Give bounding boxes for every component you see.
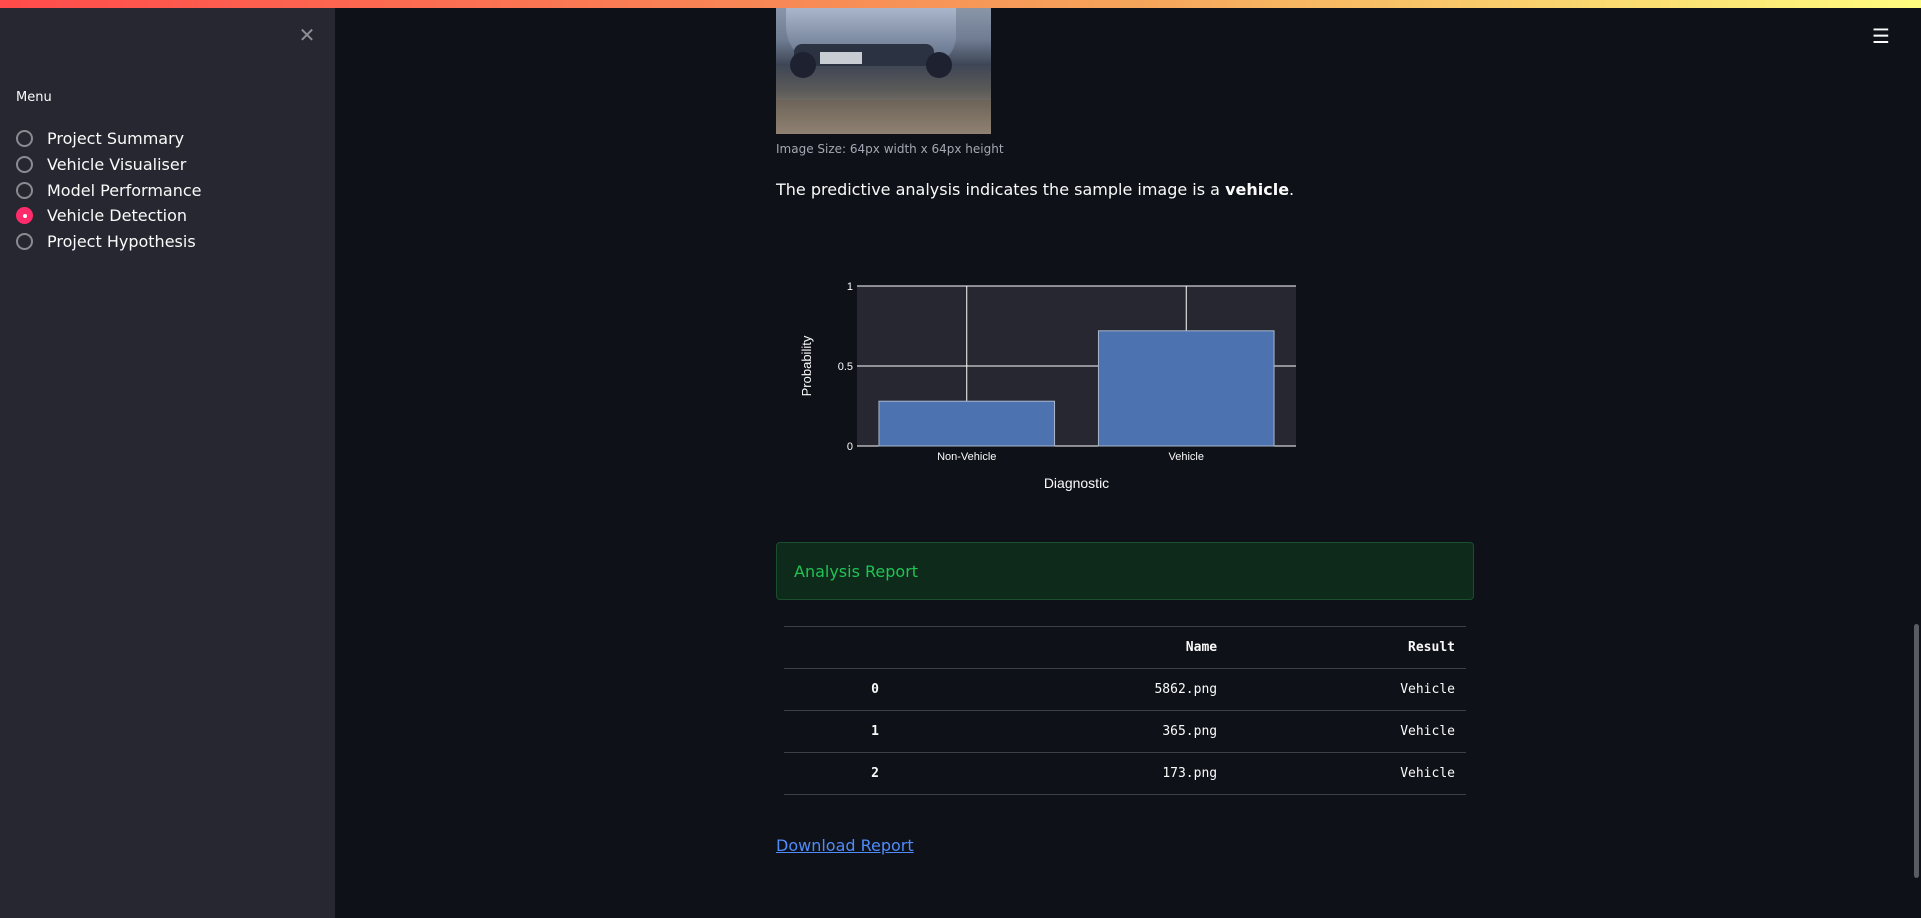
vertical-scrollbar[interactable] xyxy=(1914,624,1919,878)
chart-xtick-label: Vehicle xyxy=(1169,451,1204,463)
table-header-name: Name xyxy=(966,626,1229,669)
sidebar: ✕ Menu Project Summary Vehicle Visualise… xyxy=(0,8,335,918)
download-report-link[interactable]: Download Report xyxy=(776,836,914,855)
radio-model-performance[interactable]: Model Performance xyxy=(16,177,202,203)
radio-label: Project Summary xyxy=(47,129,185,149)
menu-label: Menu xyxy=(16,90,52,105)
row-index: 2 xyxy=(784,752,966,795)
row-index: 1 xyxy=(784,710,966,753)
radio-circle-icon[interactable] xyxy=(16,130,33,148)
row-result: Vehicle xyxy=(1228,710,1466,753)
radio-circle-icon[interactable] xyxy=(16,156,33,174)
image-caption: Image Size: 64px width x 64px height xyxy=(776,142,1004,156)
prediction-class: vehicle xyxy=(1225,180,1290,199)
radio-circle-icon[interactable] xyxy=(16,181,33,199)
license-plate-shape xyxy=(820,52,862,64)
table-row: 1 365.png Vehicle xyxy=(784,710,1466,753)
analysis-report-title: Analysis Report xyxy=(794,562,919,581)
chart-bar xyxy=(878,400,1056,447)
chart-ytick-label: 1 xyxy=(847,281,853,293)
road-shape xyxy=(776,100,991,134)
top-decoration-bar xyxy=(0,0,1921,8)
radio-label: Model Performance xyxy=(47,180,202,200)
radio-vehicle-visualiser[interactable]: Vehicle Visualiser xyxy=(16,152,202,178)
row-name: 5862.png xyxy=(966,668,1229,711)
row-result: Vehicle xyxy=(1228,752,1466,795)
chart-xaxis-label: Diagnostic xyxy=(1044,475,1109,491)
navigation-radio-group: Project Summary Vehicle Visualiser Model… xyxy=(16,126,202,254)
row-result: Vehicle xyxy=(1228,668,1466,711)
sample-vehicle-image xyxy=(776,8,991,134)
table-row: 2 173.png Vehicle xyxy=(784,752,1466,795)
wheel-shape xyxy=(790,52,816,78)
table-header-index xyxy=(784,626,966,669)
row-name: 173.png xyxy=(966,752,1229,795)
table-header-result: Result xyxy=(1228,626,1466,669)
report-table: Name Result 0 5862.png Vehicle 1 365.png… xyxy=(784,626,1466,795)
prediction-prefix: The predictive analysis indicates the sa… xyxy=(776,180,1226,199)
chart-yaxis-label: Probability xyxy=(799,335,814,396)
close-icon[interactable]: ✕ xyxy=(296,24,318,46)
radio-label: Vehicle Visualiser xyxy=(47,155,187,175)
chart-bar xyxy=(1097,330,1275,447)
chart-ytick-label: 0.5 xyxy=(838,361,853,373)
chart-ytick-label: 0 xyxy=(847,441,853,453)
radio-circle-icon[interactable] xyxy=(16,233,33,251)
prediction-suffix: . xyxy=(1289,180,1295,199)
radio-project-hypothesis[interactable]: Project Hypothesis xyxy=(16,229,202,255)
radio-label: Project Hypothesis xyxy=(47,232,196,252)
chart-xtick-label: Non-Vehicle xyxy=(937,451,996,463)
radio-label: Vehicle Detection xyxy=(47,206,188,226)
row-index: 0 xyxy=(784,668,966,711)
radio-vehicle-detection[interactable]: Vehicle Detection xyxy=(16,203,202,229)
probability-bar-chart: 0 0.5 1 Non-Vehicle Vehicle Diagnostic Probabi… xyxy=(799,281,1296,491)
row-name: 365.png xyxy=(966,710,1229,753)
table-header-row: Name Result xyxy=(784,626,1466,669)
radio-project-summary[interactable]: Project Summary xyxy=(16,126,202,152)
hamburger-menu-icon[interactable]: ☰ xyxy=(1872,26,1892,46)
table-row: 0 5862.png Vehicle xyxy=(784,668,1466,711)
prediction-text: The predictive analysis indicates the sa… xyxy=(776,180,1294,199)
analysis-report-banner: Analysis Report xyxy=(776,542,1474,600)
wheel-shape xyxy=(926,52,952,78)
radio-selected-icon[interactable] xyxy=(16,207,33,225)
